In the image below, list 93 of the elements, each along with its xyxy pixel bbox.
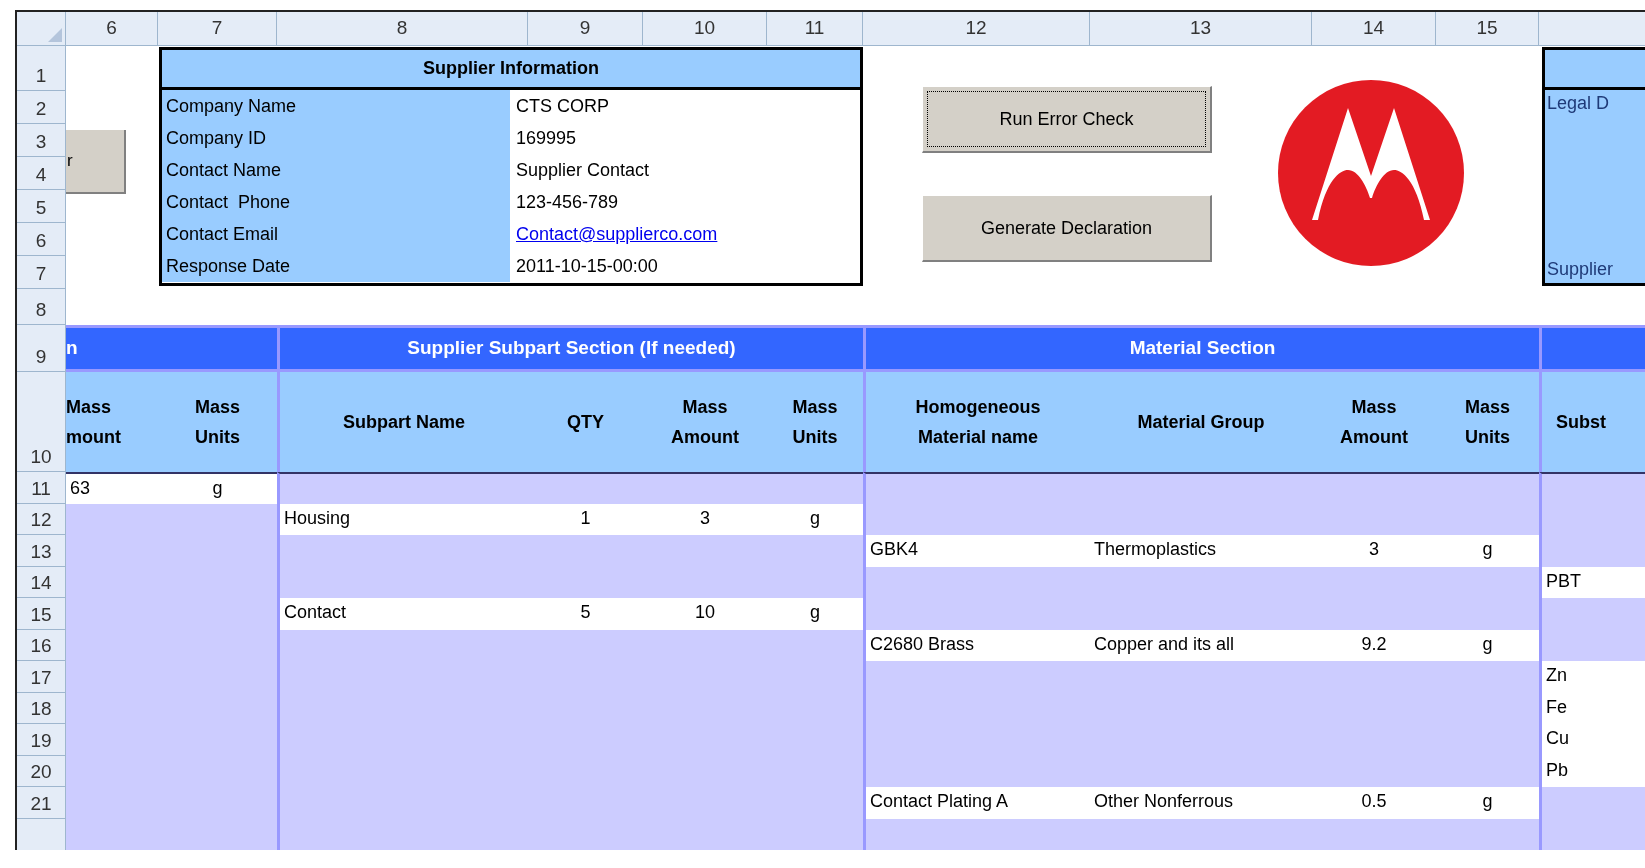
row-header[interactable]: 9 bbox=[17, 325, 66, 372]
row-header[interactable]: 14 bbox=[17, 566, 66, 598]
row-header[interactable]: 7 bbox=[17, 256, 66, 289]
table-cell: Pb bbox=[1539, 755, 1645, 787]
side-button[interactable]: r bbox=[66, 130, 126, 194]
table-cell: 3 bbox=[643, 503, 767, 535]
row-header[interactable]: 18 bbox=[17, 692, 66, 724]
row-header[interactable]: 8 bbox=[17, 289, 66, 325]
supplier-info-title: Supplier Information bbox=[162, 50, 860, 90]
section-header: Material Section bbox=[863, 325, 1539, 372]
column-header[interactable]: 7 bbox=[158, 12, 277, 46]
column-header[interactable]: 15 bbox=[1436, 12, 1539, 46]
table-cell: GBK4 bbox=[863, 535, 1090, 567]
table-cell: Fe bbox=[1539, 692, 1645, 724]
table-cell: 63 bbox=[66, 472, 158, 504]
row-header[interactable]: 10 bbox=[17, 372, 66, 472]
table-cell: PBT bbox=[1539, 566, 1645, 598]
column-heading: Material Group bbox=[1090, 372, 1312, 472]
row-header[interactable]: 4 bbox=[17, 157, 66, 190]
table-cell: Contact Plating A bbox=[863, 787, 1090, 819]
email-link[interactable]: Contact@supplierco.com bbox=[510, 218, 860, 250]
column-header[interactable] bbox=[1539, 12, 1645, 46]
table-cell: 5 bbox=[528, 598, 643, 630]
row-header[interactable]: 15 bbox=[17, 598, 66, 630]
column-heading: QTY bbox=[528, 372, 643, 472]
row-header[interactable]: 6 bbox=[17, 223, 66, 256]
table-cell: g bbox=[767, 503, 863, 535]
column-heading: Homogeneous Material name bbox=[863, 372, 1090, 472]
column-heading: Mass Units bbox=[767, 372, 863, 472]
row-header[interactable]: 19 bbox=[17, 724, 66, 756]
row-header[interactable]: 21 bbox=[17, 787, 66, 819]
column-header[interactable]: 14 bbox=[1312, 12, 1436, 46]
table-cell: g bbox=[158, 472, 277, 504]
row-header[interactable]: 1 bbox=[17, 46, 66, 91]
action-button[interactable]: Run Error Check bbox=[922, 86, 1212, 153]
field-value: 123-456-789 bbox=[515, 191, 620, 214]
field-label: Contact Email bbox=[162, 218, 510, 250]
row-header[interactable] bbox=[17, 818, 66, 850]
field-label: Company ID bbox=[162, 122, 510, 154]
table-cell: 0.5 bbox=[1312, 787, 1436, 819]
row-header[interactable]: 17 bbox=[17, 661, 66, 693]
field-label: Company Name bbox=[162, 90, 510, 122]
table-cell: C2680 Brass bbox=[863, 629, 1090, 661]
column-heading: Mass Amount bbox=[643, 372, 767, 472]
column-heading: Mass Units bbox=[158, 372, 277, 472]
table-cell: Copper and its all bbox=[1090, 629, 1312, 661]
row-header[interactable]: 12 bbox=[17, 503, 66, 535]
row-header[interactable]: 16 bbox=[17, 629, 66, 661]
table-cell: Housing bbox=[277, 503, 528, 535]
field-label: Response Date bbox=[162, 250, 510, 282]
table-cell: Cu bbox=[1539, 724, 1645, 756]
section-header: n bbox=[66, 325, 277, 372]
column-header[interactable]: 12 bbox=[863, 12, 1090, 46]
column-header[interactable]: 13 bbox=[1090, 12, 1312, 46]
column-header[interactable]: 10 bbox=[643, 12, 767, 46]
row-header[interactable]: 2 bbox=[17, 91, 66, 124]
action-button[interactable]: Generate Declaration bbox=[922, 195, 1212, 262]
section-header: Supplier Subpart Section (If needed) bbox=[277, 325, 863, 372]
table-cell: Zn bbox=[1539, 661, 1645, 693]
column-header[interactable]: 6 bbox=[66, 12, 158, 46]
table-cell: g bbox=[1436, 787, 1539, 819]
row-header[interactable]: 5 bbox=[17, 190, 66, 223]
field-value: CTS CORP bbox=[515, 95, 610, 118]
row-header[interactable]: 13 bbox=[17, 535, 66, 567]
panel-text: Supplier bbox=[1547, 258, 1615, 281]
column-heading: Mass Units bbox=[1436, 372, 1539, 472]
row-header[interactable]: 11 bbox=[17, 472, 66, 504]
row-header[interactable]: 3 bbox=[17, 124, 66, 157]
field-value: 169995 bbox=[515, 127, 578, 150]
field-value: 2011-10-15-00:00 bbox=[515, 255, 659, 278]
table-cell: 3 bbox=[1312, 535, 1436, 567]
field-label: Contact Name bbox=[162, 154, 510, 186]
column-heading: Subpart Name bbox=[277, 372, 528, 472]
table-cell: g bbox=[1436, 629, 1539, 661]
table-cell: g bbox=[767, 598, 863, 630]
field-value: Supplier Contact bbox=[515, 159, 651, 182]
select-all-icon[interactable] bbox=[48, 28, 62, 42]
column-heading: Mass mount bbox=[66, 372, 158, 472]
column-heading: Mass Amount bbox=[1312, 372, 1436, 472]
table-cell: 10 bbox=[643, 598, 767, 630]
table-cell: Other Nonferrous bbox=[1090, 787, 1312, 819]
row-header[interactable]: 20 bbox=[17, 755, 66, 787]
table-cell: 1 bbox=[528, 503, 643, 535]
table-cell: g bbox=[1436, 535, 1539, 567]
column-header[interactable]: 8 bbox=[277, 12, 528, 46]
column-header[interactable]: 11 bbox=[767, 12, 863, 46]
table-cell: Thermoplastics bbox=[1090, 535, 1312, 567]
table-cell: Contact bbox=[277, 598, 528, 630]
table-cell: 9.2 bbox=[1312, 629, 1436, 661]
panel-text: Legal D bbox=[1547, 92, 1611, 115]
field-label: Contact Phone bbox=[162, 186, 510, 218]
column-header[interactable]: 9 bbox=[528, 12, 643, 46]
column-heading: Subst bbox=[1539, 372, 1645, 472]
